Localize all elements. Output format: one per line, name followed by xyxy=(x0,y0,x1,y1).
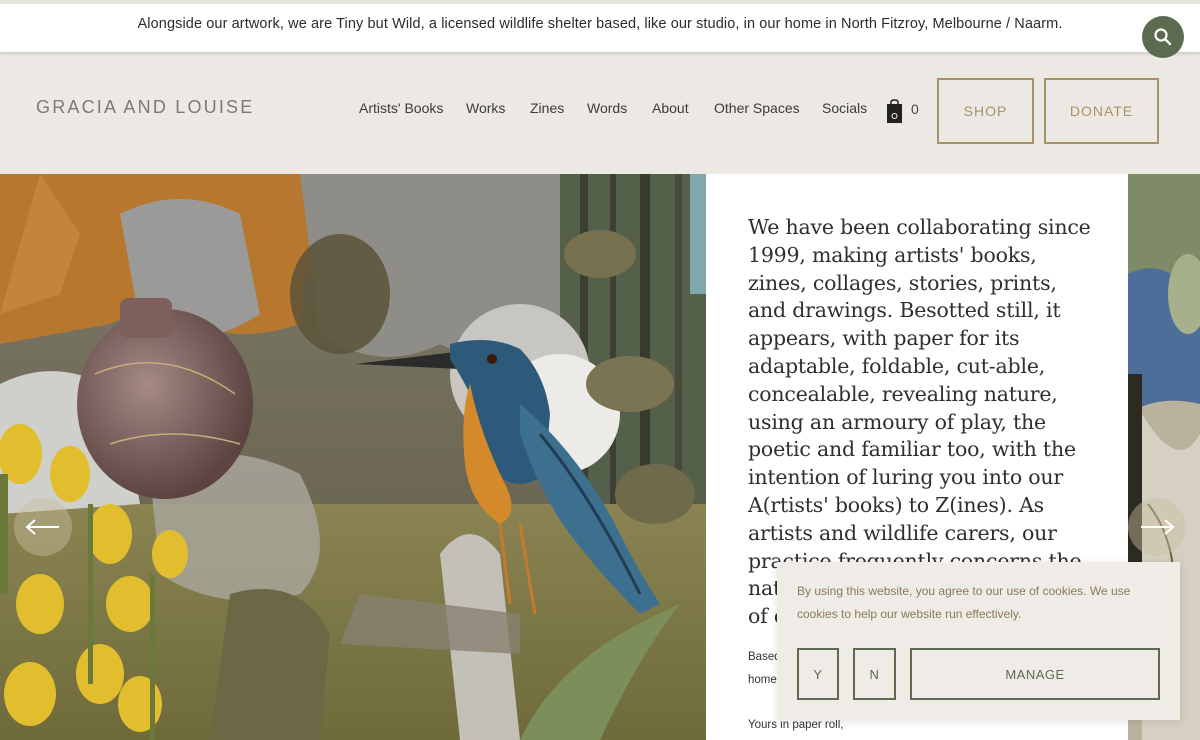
cookie-message: By using this website, you agree to our … xyxy=(797,584,1131,621)
nav-zines[interactable]: Zines xyxy=(530,100,564,116)
arrow-left-icon xyxy=(25,519,59,535)
cookie-manage-button[interactable]: MANAGE xyxy=(910,648,1160,700)
nav-words[interactable]: Words xyxy=(587,100,627,116)
carousel-prev-button[interactable] xyxy=(14,498,72,556)
nav-works[interactable]: Works xyxy=(466,100,505,116)
cookie-consent-dialog: By using this website, you agree to our … xyxy=(777,562,1180,720)
search-button[interactable] xyxy=(1142,16,1184,58)
announcement-text: Alongside our artwork, we are Tiny but W… xyxy=(137,16,1063,32)
arrow-right-icon xyxy=(1141,519,1175,535)
shop-button[interactable]: SHOP xyxy=(937,78,1034,144)
carousel-next-button[interactable] xyxy=(1128,498,1186,556)
announcement-bar: Alongside our artwork, we are Tiny but W… xyxy=(0,0,1200,52)
intro-paragraph: We have been collaborating since 1999, m… xyxy=(748,215,1091,601)
cookie-accept-button[interactable]: Y xyxy=(797,648,839,700)
nav-about[interactable]: About xyxy=(652,100,689,116)
search-icon xyxy=(1154,28,1172,46)
shopping-bag-icon[interactable] xyxy=(886,99,903,124)
cookie-decline-button[interactable]: N xyxy=(853,648,896,700)
nav-socials[interactable]: Socials xyxy=(822,100,867,116)
site-header: GRACIA AND LOUISE Artists' Books Works Z… xyxy=(0,52,1200,174)
donate-button[interactable]: DONATE xyxy=(1044,78,1159,144)
hero-collage-image xyxy=(0,174,706,740)
cart-count: 0 xyxy=(911,101,919,117)
nav-other-spaces[interactable]: Other Spaces xyxy=(714,100,800,116)
nav-artists-books[interactable]: Artists' Books xyxy=(359,100,443,116)
site-logo[interactable]: GRACIA AND LOUISE xyxy=(36,97,254,118)
